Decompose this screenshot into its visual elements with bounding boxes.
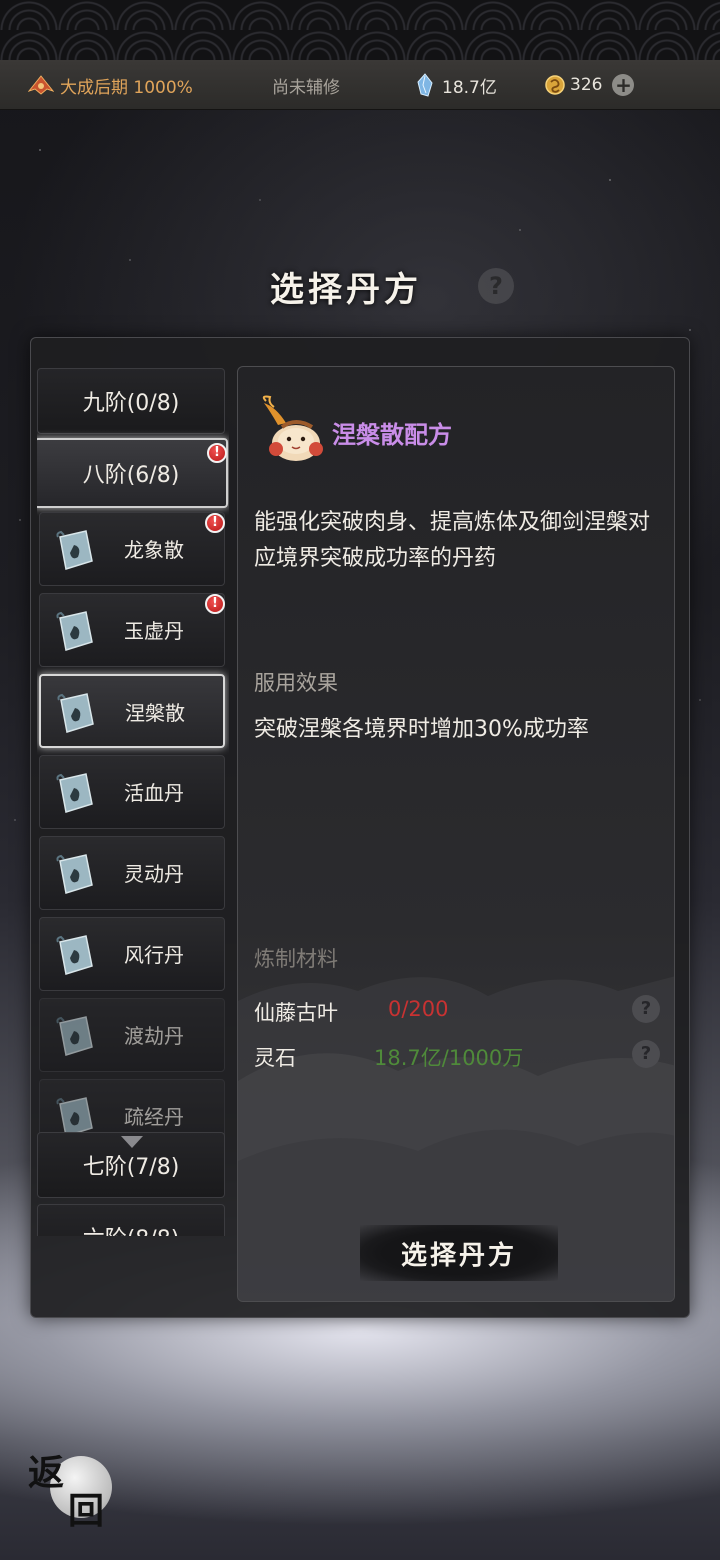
scroll-icon	[56, 530, 93, 570]
scroll-down-arrow-icon[interactable]	[121, 1136, 143, 1148]
scroll-icon	[56, 611, 93, 651]
scroll-icon	[56, 773, 93, 813]
material-row: 灵石 18.7亿/1000万 ?	[254, 1038, 668, 1074]
material-name: 仙藤古叶	[254, 1001, 338, 1025]
spirit-stone-value: 18.7亿	[442, 77, 497, 98]
material-count: 18.7亿/1000万	[374, 1046, 524, 1070]
recipe-label: 风行丹	[124, 943, 184, 967]
scroll-icon	[57, 693, 94, 733]
spirit-stone-icon	[417, 73, 433, 97]
recipe-name: 涅槃散配方	[332, 421, 452, 449]
scroll-icon	[56, 935, 93, 975]
gold-counter: 326 +	[544, 60, 635, 110]
alert-icon: !	[205, 513, 225, 533]
tier-eight[interactable]: 八阶(6/8) !	[37, 438, 228, 508]
recipe-item-lingdong[interactable]: 灵动丹	[39, 836, 225, 910]
recipe-label: 龙象散	[124, 538, 184, 562]
alert-icon: !	[207, 443, 227, 463]
realm-text: 大成后期 1000%	[60, 77, 193, 98]
recipe-panel: 九阶(0/8) 八阶(6/8) ! 龙象散 ! 玉虚丹 ! 涅槃散 活血丹 灵动…	[30, 337, 690, 1318]
spirit-stone-counter: 18.7亿	[416, 60, 497, 110]
tier-six[interactable]: 六阶(8/8)	[37, 1204, 225, 1236]
recipe-item-dujie[interactable]: 渡劫丹	[39, 998, 225, 1072]
tier-label: 九阶(0/8)	[82, 391, 180, 416]
effect-label: 服用效果	[254, 671, 338, 695]
tier-label: 六阶(8/8)	[83, 1221, 180, 1236]
add-gold-button[interactable]: +	[612, 74, 635, 96]
recipe-item-yuxu[interactable]: 玉虚丹 !	[39, 593, 225, 667]
materials-label: 炼制材料	[254, 947, 338, 971]
recipe-description: 能强化突破肉身、提高炼体及御剑涅槃对应境界突破成功率的丹药	[254, 510, 651, 571]
recipe-item-huoxue[interactable]: 活血丹	[39, 755, 225, 829]
material-row: 仙藤古叶 0/200 ?	[254, 993, 668, 1029]
scroll-icon	[56, 854, 93, 894]
recipe-list[interactable]: 九阶(0/8) 八阶(6/8) ! 龙象散 ! 玉虚丹 ! 涅槃散 活血丹 灵动…	[37, 366, 229, 1236]
recipe-item-longxiang[interactable]: 龙象散 !	[39, 512, 225, 586]
status-bar: 大成后期 1000% 尚未辅修 18.7亿 326 +	[0, 60, 720, 110]
effect-text: 突破涅槃各境界时增加30%成功率	[254, 717, 589, 742]
recipe-label: 活血丹	[124, 781, 184, 805]
back-button[interactable]: 返 回	[28, 1448, 112, 1532]
title-help-icon[interactable]: ?	[478, 268, 514, 304]
back-char: 返	[28, 1452, 65, 1494]
page-title: 选择丹方	[270, 270, 422, 310]
material-name: 灵石	[254, 1046, 296, 1070]
material-help-icon[interactable]: ?	[632, 1040, 660, 1068]
gold-value: 326	[570, 75, 603, 95]
recipe-label: 渡劫丹	[124, 1024, 184, 1048]
recipe-label: 灵动丹	[124, 862, 184, 886]
recipe-portrait-icon	[262, 395, 323, 461]
material-count: 0/200	[388, 997, 449, 1021]
back-char: 回	[68, 1490, 105, 1532]
tier-nine[interactable]: 九阶(0/8)	[37, 368, 225, 434]
gold-coin-icon	[545, 75, 565, 95]
assist-status[interactable]: 尚未辅修	[272, 60, 340, 110]
recipe-item-fengxing[interactable]: 风行丹	[39, 917, 225, 991]
realm-icon	[28, 75, 54, 95]
alert-icon: !	[205, 594, 225, 614]
recipe-item-niepan[interactable]: 涅槃散	[39, 674, 225, 748]
realm-indicator[interactable]: 大成后期 1000%	[28, 60, 193, 110]
material-help-icon[interactable]: ?	[632, 995, 660, 1023]
scroll-icon	[56, 1016, 93, 1056]
recipe-label: 玉虚丹	[124, 619, 184, 643]
tier-label: 七阶(7/8)	[82, 1155, 180, 1180]
select-recipe-button[interactable]: 选择丹方	[360, 1225, 558, 1281]
recipe-label: 涅槃散	[125, 701, 185, 725]
recipe-detail: 涅槃散配方 能强化突破肉身、提高炼体及御剑涅槃对应境界突破成功率的丹药 服用效果…	[237, 366, 675, 1302]
wave-pattern-band	[0, 0, 720, 60]
tier-label: 八阶(6/8)	[82, 463, 180, 488]
